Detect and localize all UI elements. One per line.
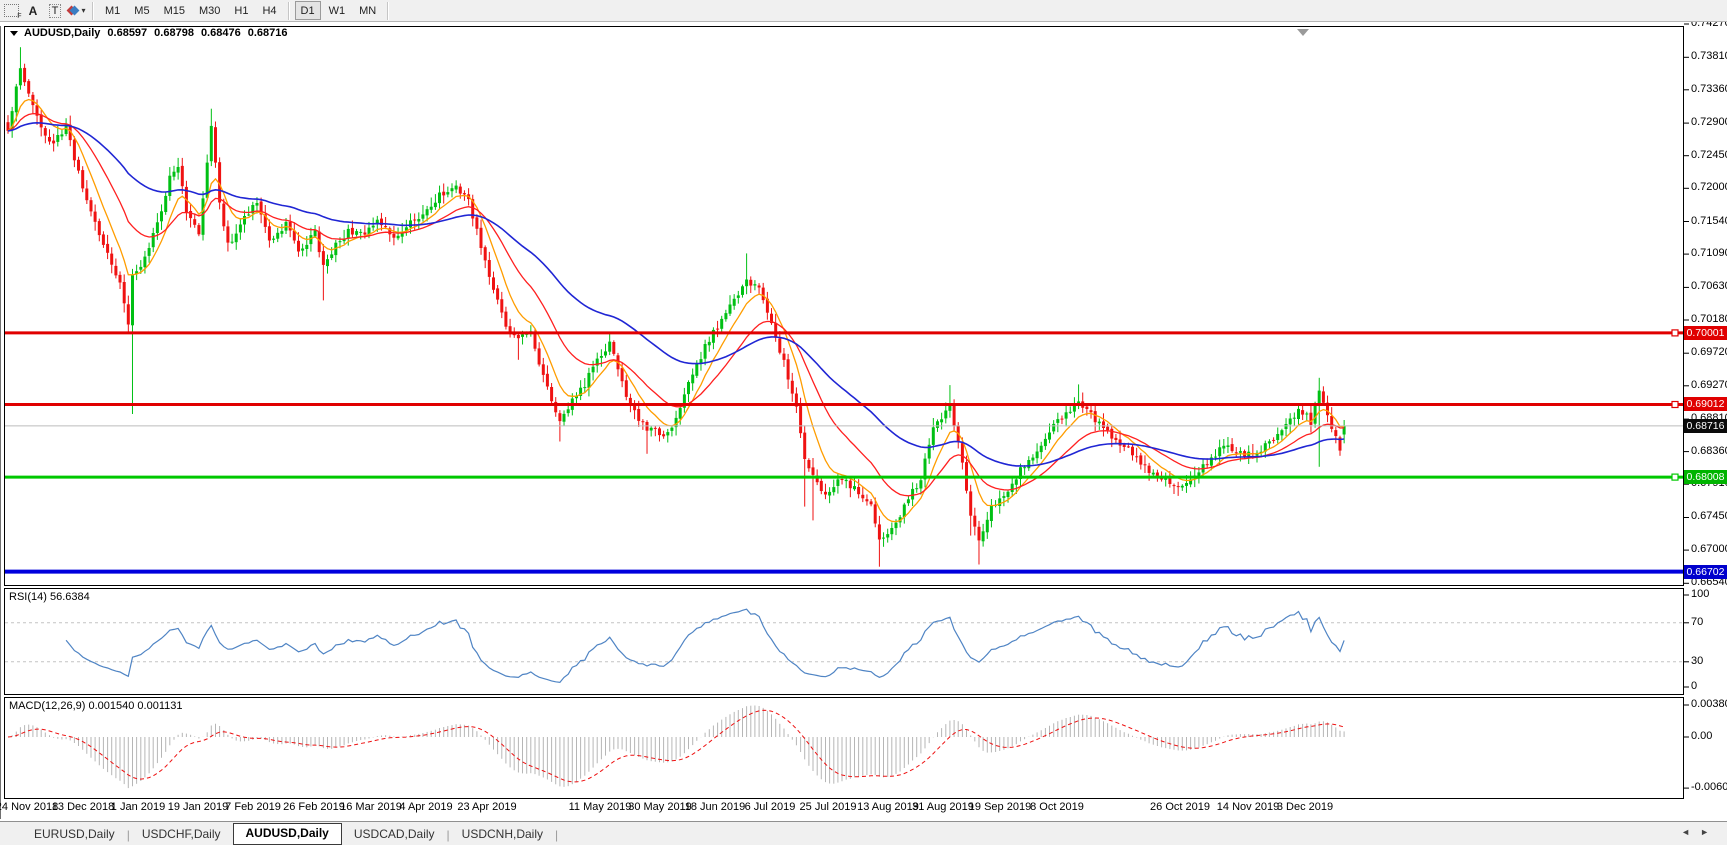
font-a-icon: A — [28, 3, 38, 18]
date-tick-label: 7 Feb 2019 — [225, 801, 281, 813]
grid-icon-f-label: F — [17, 13, 22, 20]
rsi-tick-label: 70 — [1691, 615, 1704, 628]
level-line-handle[interactable] — [1671, 473, 1679, 481]
chart-high-value: 0.68798 — [154, 27, 194, 39]
rsi-tick-label: 100 — [1691, 588, 1710, 600]
timeframe-button-w1[interactable]: W1 — [323, 2, 352, 19]
macd-indicator-label: MACD(12,26,9) 0.001540 0.001131 — [9, 700, 183, 712]
font-tool-button[interactable]: A — [23, 2, 43, 20]
timeframe-button-m1[interactable]: M1 — [99, 2, 126, 19]
date-tick-label: 4 Apr 2019 — [399, 801, 453, 813]
date-tick-label: 25 Jul 2019 — [799, 801, 857, 813]
tab-scroll-left-icon[interactable]: ◄ — [1681, 827, 1700, 837]
price-tick-label: 0.69270 — [1691, 378, 1727, 391]
price-tick-label: 0.72000 — [1691, 181, 1727, 194]
date-tick-label: 16 Mar 2019 — [340, 801, 402, 813]
tab-separator: | — [555, 828, 559, 842]
tab-scroll-right-icon[interactable]: ► — [1700, 827, 1719, 837]
rsi-indicator-label: RSI(14) 56.6384 — [9, 591, 90, 603]
price-tick-label: 0.67450 — [1691, 510, 1727, 523]
chart-symbol-label: AUDUSD,Daily — [24, 27, 101, 39]
top-toolbar: F A T ▾ M1 M5 M15 M30 H1 H4 D1 W1 MN — [0, 0, 1727, 22]
date-tick-label: 13 Aug 2019 — [857, 801, 919, 813]
price-tick-label: 0.68360 — [1691, 444, 1727, 457]
chevron-down-icon: ▾ — [81, 6, 86, 15]
chart-tabs: EURUSD,Daily | USDCHF,Daily AUDUSD,Daily USD… — [22, 823, 558, 845]
chart-low-value: 0.68476 — [200, 27, 241, 39]
price-tick-label: 0.72450 — [1691, 148, 1727, 161]
price-tick-label: 0.67000 — [1691, 543, 1727, 556]
chart-tab-audusd[interactable]: AUDUSD,Daily — [232, 823, 342, 845]
price-tick-label: 0.70180 — [1691, 312, 1727, 325]
tab-scroll-arrows: ◄► — [1681, 827, 1719, 837]
chart-tab-usdcnh[interactable]: USDCNH,Daily — [450, 824, 555, 845]
macd-tick-label: 0.003804 — [1691, 698, 1727, 711]
timeframe-button-m30[interactable]: M30 — [193, 2, 226, 19]
timeframe-button-m5[interactable]: M5 — [128, 2, 155, 19]
timeframe-button-group: M1 M5 M15 M30 H1 H4 D1 W1 MN — [98, 1, 393, 20]
timeframe-button-h4[interactable]: H4 — [256, 2, 282, 19]
rsi-tick-label: 0 — [1691, 680, 1698, 692]
collapse-triangle-icon — [10, 30, 18, 36]
toolbar-separator — [92, 1, 94, 20]
toolbar-separator — [287, 1, 290, 20]
date-tick-label: 19 Jan 2019 — [167, 801, 229, 813]
price-tick-label: 0.70630 — [1691, 280, 1727, 293]
chart-tab-bar: EURUSD,Daily | USDCHF,Daily AUDUSD,Daily USD… — [0, 821, 1727, 845]
price-level-badge: 0.69012 — [1684, 397, 1727, 412]
date-tick-label: 31 Aug 2019 — [912, 801, 974, 813]
price-level-badge: 0.68008 — [1684, 470, 1727, 485]
price-tick-label: 0.71540 — [1691, 214, 1727, 227]
timeframe-button-h1[interactable]: H1 — [228, 2, 254, 19]
price-level-badge: 0.68716 — [1684, 418, 1727, 433]
text-t-icon: T — [48, 3, 62, 18]
toolbar-separator — [387, 1, 390, 20]
price-tick-label: 0.69720 — [1691, 346, 1727, 359]
date-tick-label: 26 Feb 2019 — [283, 801, 345, 813]
level-line-handle[interactable] — [1671, 400, 1679, 409]
date-tick-label: 6 Jul 2019 — [744, 801, 796, 813]
date-tick-label: 3 Dec 2019 — [1276, 801, 1334, 813]
rsi-tick-label: 30 — [1691, 654, 1704, 667]
chart-close-value: 0.68716 — [247, 27, 288, 39]
price-tick-label: 0.73810 — [1691, 50, 1727, 63]
macd-tick-label: -0.006087 — [1691, 781, 1727, 794]
chart-tab-eurusd[interactable]: EURUSD,Daily — [22, 824, 127, 845]
timeframe-button-mn[interactable]: MN — [353, 2, 382, 19]
price-tick-label: 0.73360 — [1691, 82, 1727, 95]
level-line-handle[interactable] — [1671, 329, 1679, 337]
date-tick-label: 19 Sep 2019 — [968, 801, 1032, 813]
palette-tool-button[interactable]: ▾ — [67, 2, 87, 20]
price-tick-label: 0.71090 — [1691, 247, 1727, 260]
date-tick-label: 26 Oct 2019 — [1150, 801, 1210, 813]
text-tool-button[interactable]: T — [45, 2, 65, 20]
price-tick-label: 0.72900 — [1691, 116, 1727, 129]
macd-tick-label: 0.00 — [1691, 730, 1713, 742]
grid-icon: F — [3, 4, 22, 20]
chart-open-value: 0.68597 — [107, 27, 148, 39]
price-level-badge: 0.70001 — [1684, 325, 1727, 340]
date-tick-label: 1 Jan 2019 — [110, 801, 166, 813]
price-level-badge: 0.66702 — [1684, 564, 1727, 579]
timeframe-button-d1[interactable]: D1 — [294, 1, 321, 20]
chart-title: AUDUSD,Daily 0.68597 0.68798 0.68476 0.6… — [10, 27, 294, 39]
chart-tab-usdchf[interactable]: USDCHF,Daily — [130, 824, 233, 845]
date-tick-label: 14 Nov 2019 — [1216, 801, 1280, 813]
chart-tab-usdcad[interactable]: USDCAD,Daily — [342, 824, 447, 845]
date-tick-label: 8 Oct 2019 — [1030, 801, 1084, 813]
date-tick-label: 30 May 2019 — [628, 801, 692, 813]
date-tick-label: 13 Dec 2018 — [51, 801, 115, 813]
date-tick-label: 23 Apr 2019 — [457, 801, 517, 813]
date-tick-label: 24 Nov 2018 — [0, 801, 59, 813]
date-tick-label: 18 Jun 2019 — [684, 801, 746, 813]
grid-tool-button[interactable]: F — [1, 2, 22, 20]
date-tick-label: 11 May 2019 — [568, 801, 632, 813]
timeframe-button-m15[interactable]: M15 — [158, 2, 191, 19]
price-chart-canvas[interactable] — [0, 0, 1727, 844]
